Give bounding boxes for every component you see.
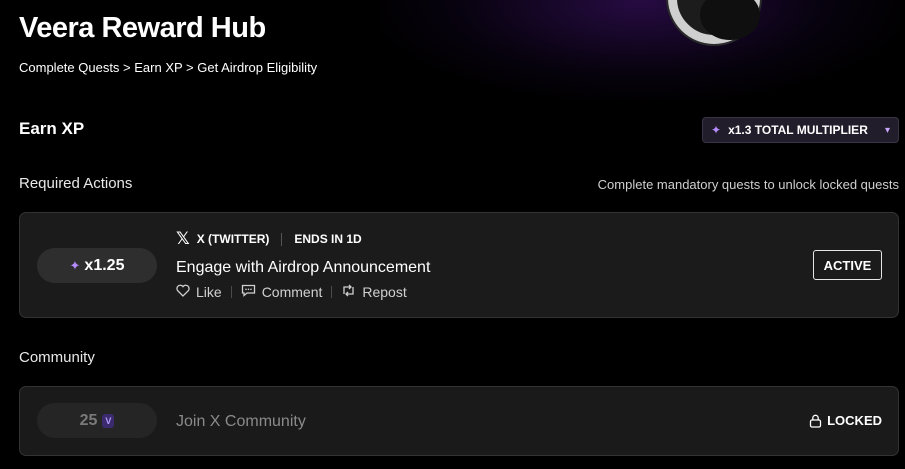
header-glow [380, 0, 900, 100]
locked-status: LOCKED [809, 413, 882, 428]
heart-icon [176, 284, 190, 300]
quest-deadline: ENDS IN 1D [294, 232, 362, 246]
repost-label: Repost [362, 284, 407, 300]
meta-divider [281, 232, 283, 246]
total-multiplier-label: x1.3 TOTAL MULTIPLIER [728, 123, 868, 137]
repost-action[interactable]: Repost [341, 284, 407, 300]
status-badge: ACTIVE [813, 250, 882, 280]
x-logo-icon: 𝕏 [176, 229, 190, 249]
sparkle-icon: ✦ [69, 257, 81, 273]
comment-action[interactable]: Comment [241, 284, 323, 300]
quest-card-airdrop[interactable]: ✦ x1.25 𝕏 X (TWITTER) ENDS IN 1D Engage … [19, 212, 899, 318]
xp-reward-pill: 25 V [37, 403, 157, 438]
community-quest-title: Join X Community [176, 413, 306, 430]
multiplier-pill: ✦ x1.25 [37, 248, 157, 283]
quest-meta: 𝕏 X (TWITTER) ENDS IN 1D [176, 229, 362, 249]
comment-icon [241, 284, 256, 300]
earn-xp-title: Earn XP [19, 119, 85, 138]
veera-token-icon: V [102, 413, 115, 428]
breadcrumb: Complete Quests > Earn XP > Get Airdrop … [19, 60, 318, 75]
xp-reward-value: 25 [79, 411, 98, 429]
quest-platform: X (TWITTER) [196, 232, 270, 246]
quest-title: Engage with Airdrop Announcement [176, 259, 431, 276]
chevron-down-icon: ▾ [884, 124, 890, 136]
quest-multiplier-value: x1.25 [84, 256, 125, 274]
required-actions-note: Complete mandatory quests to unlock lock… [597, 177, 899, 192]
comment-label: Comment [261, 284, 323, 300]
required-actions-title: Required Actions [19, 175, 133, 192]
action-divider [230, 286, 232, 298]
like-label: Like [196, 284, 222, 300]
locked-label: LOCKED [827, 413, 882, 428]
repost-icon [341, 284, 356, 300]
total-multiplier-dropdown[interactable]: ✦ x1.3 TOTAL MULTIPLIER ▾ [702, 117, 899, 143]
sparkle-icon: ✦ [711, 123, 722, 137]
quest-card-community: 25 V Join X Community LOCKED [19, 386, 899, 456]
page-title: Veera Reward Hub [19, 12, 266, 44]
like-action[interactable]: Like [176, 284, 222, 300]
community-title: Community [19, 349, 95, 366]
lock-icon [809, 414, 822, 428]
action-divider [331, 286, 333, 298]
quest-actions: Like Comment Repost [176, 284, 407, 300]
